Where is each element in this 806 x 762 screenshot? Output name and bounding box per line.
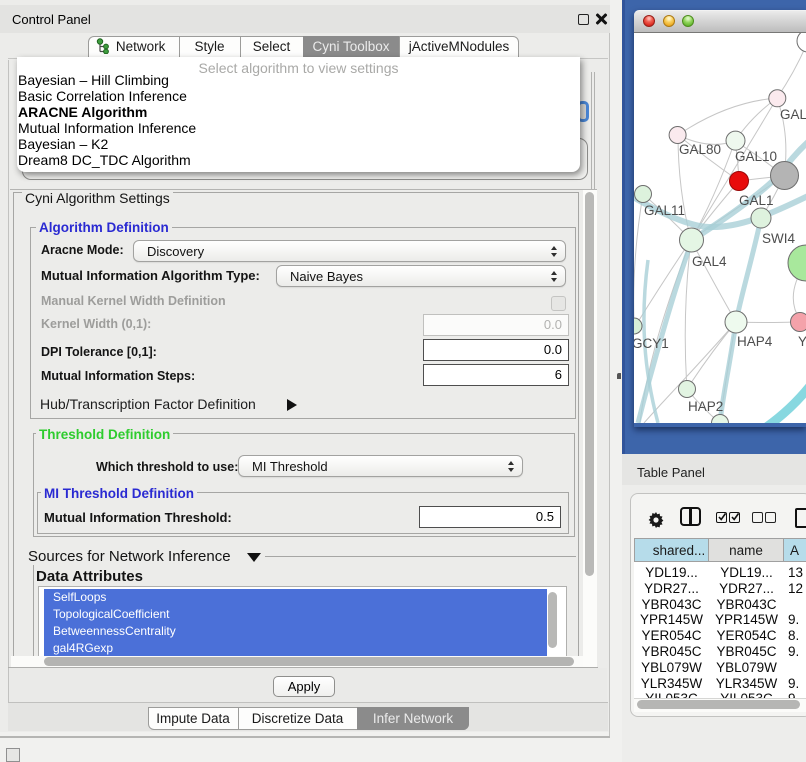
svg-text:GAL11: GAL11 [644,203,685,218]
svg-text:GAL80: GAL80 [679,142,721,157]
svg-text:GAL: GAL [780,107,806,122]
svg-text:GAL4: GAL4 [692,254,727,269]
svg-text:Y: Y [798,334,806,349]
svg-text:GAL1: GAL1 [739,193,774,208]
svg-text:GCY1: GCY1 [634,336,669,351]
svg-text:HAP2: HAP2 [688,399,723,414]
svg-text:HAP4: HAP4 [737,334,773,349]
svg-text:GAL10: GAL10 [735,149,777,164]
svg-text:SWI4: SWI4 [762,231,795,246]
